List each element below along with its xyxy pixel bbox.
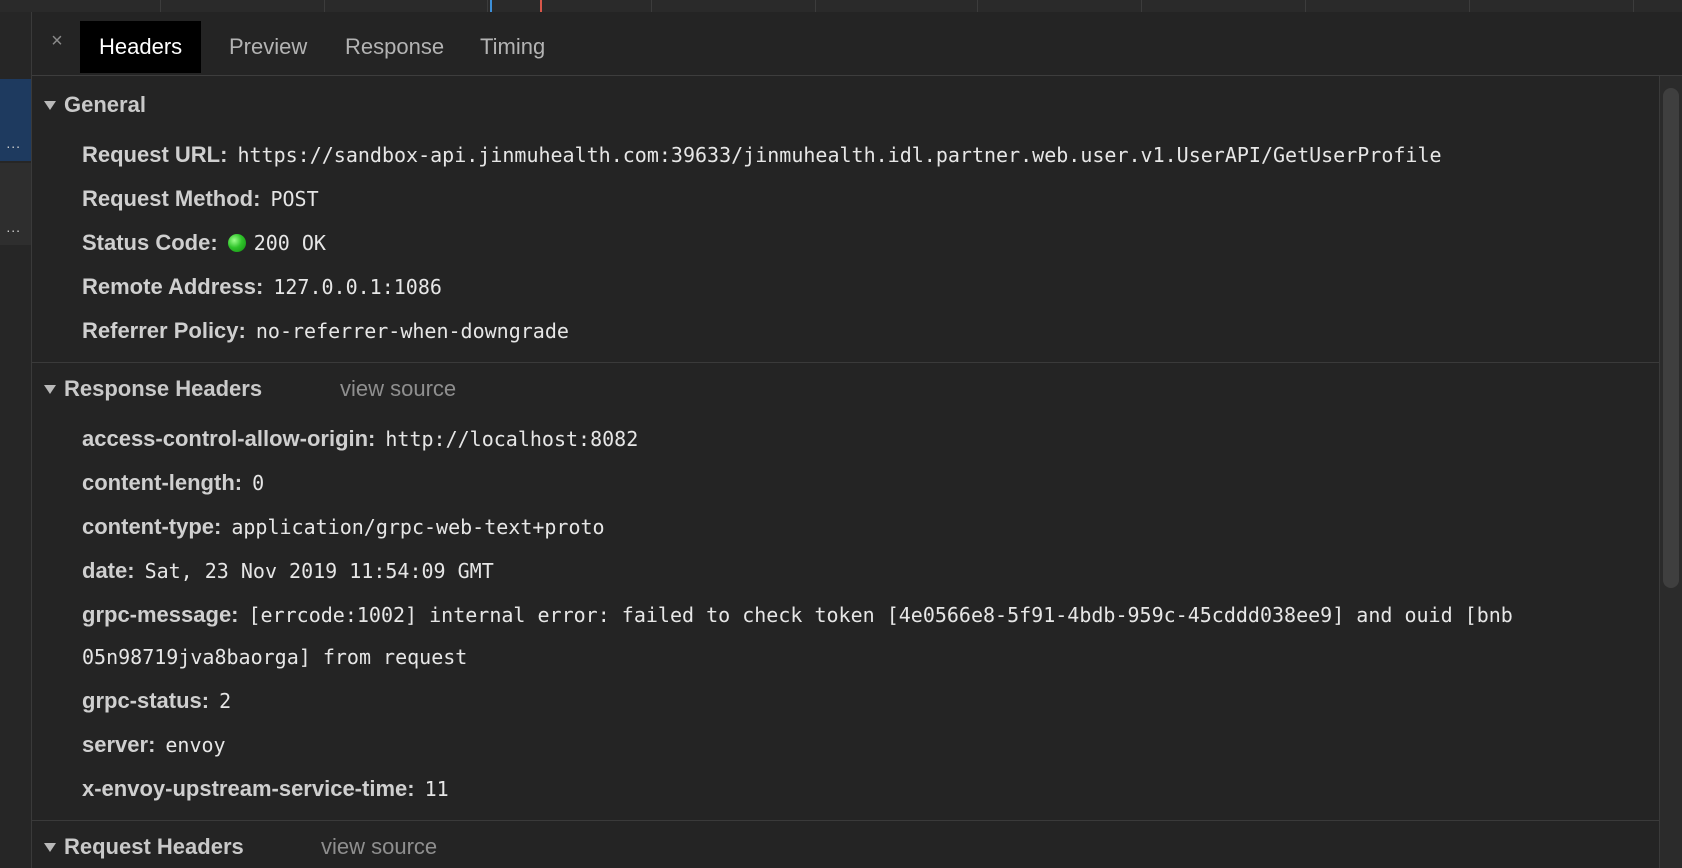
- section-title-request-headers: Request Headers: [64, 834, 244, 859]
- header-value: [errcode:1002] internal error: failed to…: [248, 603, 1513, 627]
- response-header-row: grpc-status: 2: [82, 686, 231, 716]
- tab-timing[interactable]: Timing: [461, 21, 564, 73]
- request-row-selected[interactable]: ...: [0, 79, 31, 161]
- load-event-marker: [540, 0, 542, 12]
- scrollbar-thumb[interactable]: [1663, 88, 1679, 588]
- response-header-row: grpc-message: [errcode:1002] internal err…: [82, 600, 1513, 669]
- header-value: no-referrer-when-downgrade: [255, 319, 569, 343]
- header-key: content-length:: [82, 470, 243, 495]
- header-value: https://sandbox-api.jinmuhealth.com:3963…: [237, 143, 1442, 167]
- header-key: date:: [82, 558, 135, 583]
- header-key: access-control-allow-origin:: [82, 426, 376, 451]
- header-value: 0: [252, 471, 265, 495]
- header-value: application/grpc-web-text+proto: [231, 515, 605, 539]
- tab-headers[interactable]: Headers: [80, 21, 202, 73]
- header-value: POST: [270, 187, 319, 211]
- header-key: grpc-message:: [82, 602, 239, 627]
- response-header-row: date: Sat, 23 Nov 2019 11:54:09 GMT: [82, 556, 494, 586]
- devtools-network-panel: ... ... × Headers Preview Response Timin…: [0, 0, 1682, 868]
- details-tabbar: × Headers Preview Response Timing: [32, 12, 1682, 76]
- general-row-request-method: Request Method: POST: [82, 184, 319, 214]
- view-source-link[interactable]: view source: [340, 374, 456, 404]
- section-divider: [32, 820, 1659, 821]
- header-value: 2: [219, 689, 232, 713]
- response-headers-section-header[interactable]: Response Headers view source: [32, 374, 1659, 404]
- general-section-header[interactable]: General: [32, 90, 1659, 120]
- tab-response[interactable]: Response: [326, 21, 463, 73]
- header-value: 11: [424, 777, 449, 801]
- general-row-remote-address: Remote Address: 127.0.0.1:1086: [82, 272, 442, 302]
- header-key: Remote Address:: [82, 274, 264, 299]
- header-key: server:: [82, 732, 156, 757]
- header-key: Request Method:: [82, 186, 261, 211]
- header-key: x-envoy-upstream-service-time:: [82, 776, 415, 801]
- request-list: ... ...: [0, 12, 32, 868]
- response-header-row: access-control-allow-origin: http://local…: [82, 424, 638, 454]
- request-details-panel: × Headers Preview Response Timing Genera…: [32, 12, 1682, 868]
- vertical-scrollbar[interactable]: [1659, 76, 1682, 868]
- triangle-down-icon[interactable]: [44, 101, 56, 110]
- request-row[interactable]: ...: [0, 163, 31, 245]
- header-value: 127.0.0.1:1086: [273, 275, 442, 299]
- response-header-row: content-type: application/grpc-web-text+p…: [82, 512, 605, 542]
- general-row-status-code: Status Code: 200 OK: [82, 228, 326, 258]
- header-value: envoy: [165, 733, 226, 757]
- section-divider: [32, 362, 1659, 363]
- status-ok-icon: [227, 234, 246, 252]
- section-title-response-headers: Response Headers: [64, 376, 263, 401]
- header-value-continued: 05n98719jva8baorga] from request: [82, 645, 468, 669]
- header-key: content-type:: [82, 514, 222, 539]
- close-icon[interactable]: ×: [48, 31, 66, 51]
- section-title-general: General: [64, 92, 146, 117]
- header-value: 200 OK: [253, 231, 326, 255]
- response-header-row: x-envoy-upstream-service-time: 11: [82, 774, 449, 804]
- header-value: http://localhost:8082: [385, 427, 639, 451]
- header-key: Referrer Policy:: [82, 318, 246, 343]
- dom-content-loaded-marker: [490, 0, 492, 12]
- triangle-down-icon[interactable]: [44, 385, 56, 394]
- general-row-request-url: Request URL: https://sandbox-api.jinmuhea…: [82, 140, 1442, 170]
- headers-content: General Request URL: https://sandbox-api.…: [32, 76, 1659, 868]
- header-value: Sat, 23 Nov 2019 11:54:09 GMT: [144, 559, 494, 583]
- request-name-ellipsis: ...: [6, 219, 21, 235]
- request-headers-section-header[interactable]: Request Headers view source: [32, 832, 1659, 862]
- response-header-row: content-length: 0: [82, 468, 264, 498]
- view-source-link[interactable]: view source: [321, 832, 437, 862]
- tab-preview[interactable]: Preview: [210, 21, 326, 73]
- response-header-row: server: envoy: [82, 730, 226, 760]
- request-name-ellipsis: ...: [6, 135, 21, 151]
- triangle-down-icon[interactable]: [44, 843, 56, 852]
- header-key: Request URL:: [82, 142, 228, 167]
- header-key: grpc-status:: [82, 688, 210, 713]
- general-row-referrer-policy: Referrer Policy: no-referrer-when-downgra…: [82, 316, 569, 346]
- header-key: Status Code:: [82, 230, 218, 255]
